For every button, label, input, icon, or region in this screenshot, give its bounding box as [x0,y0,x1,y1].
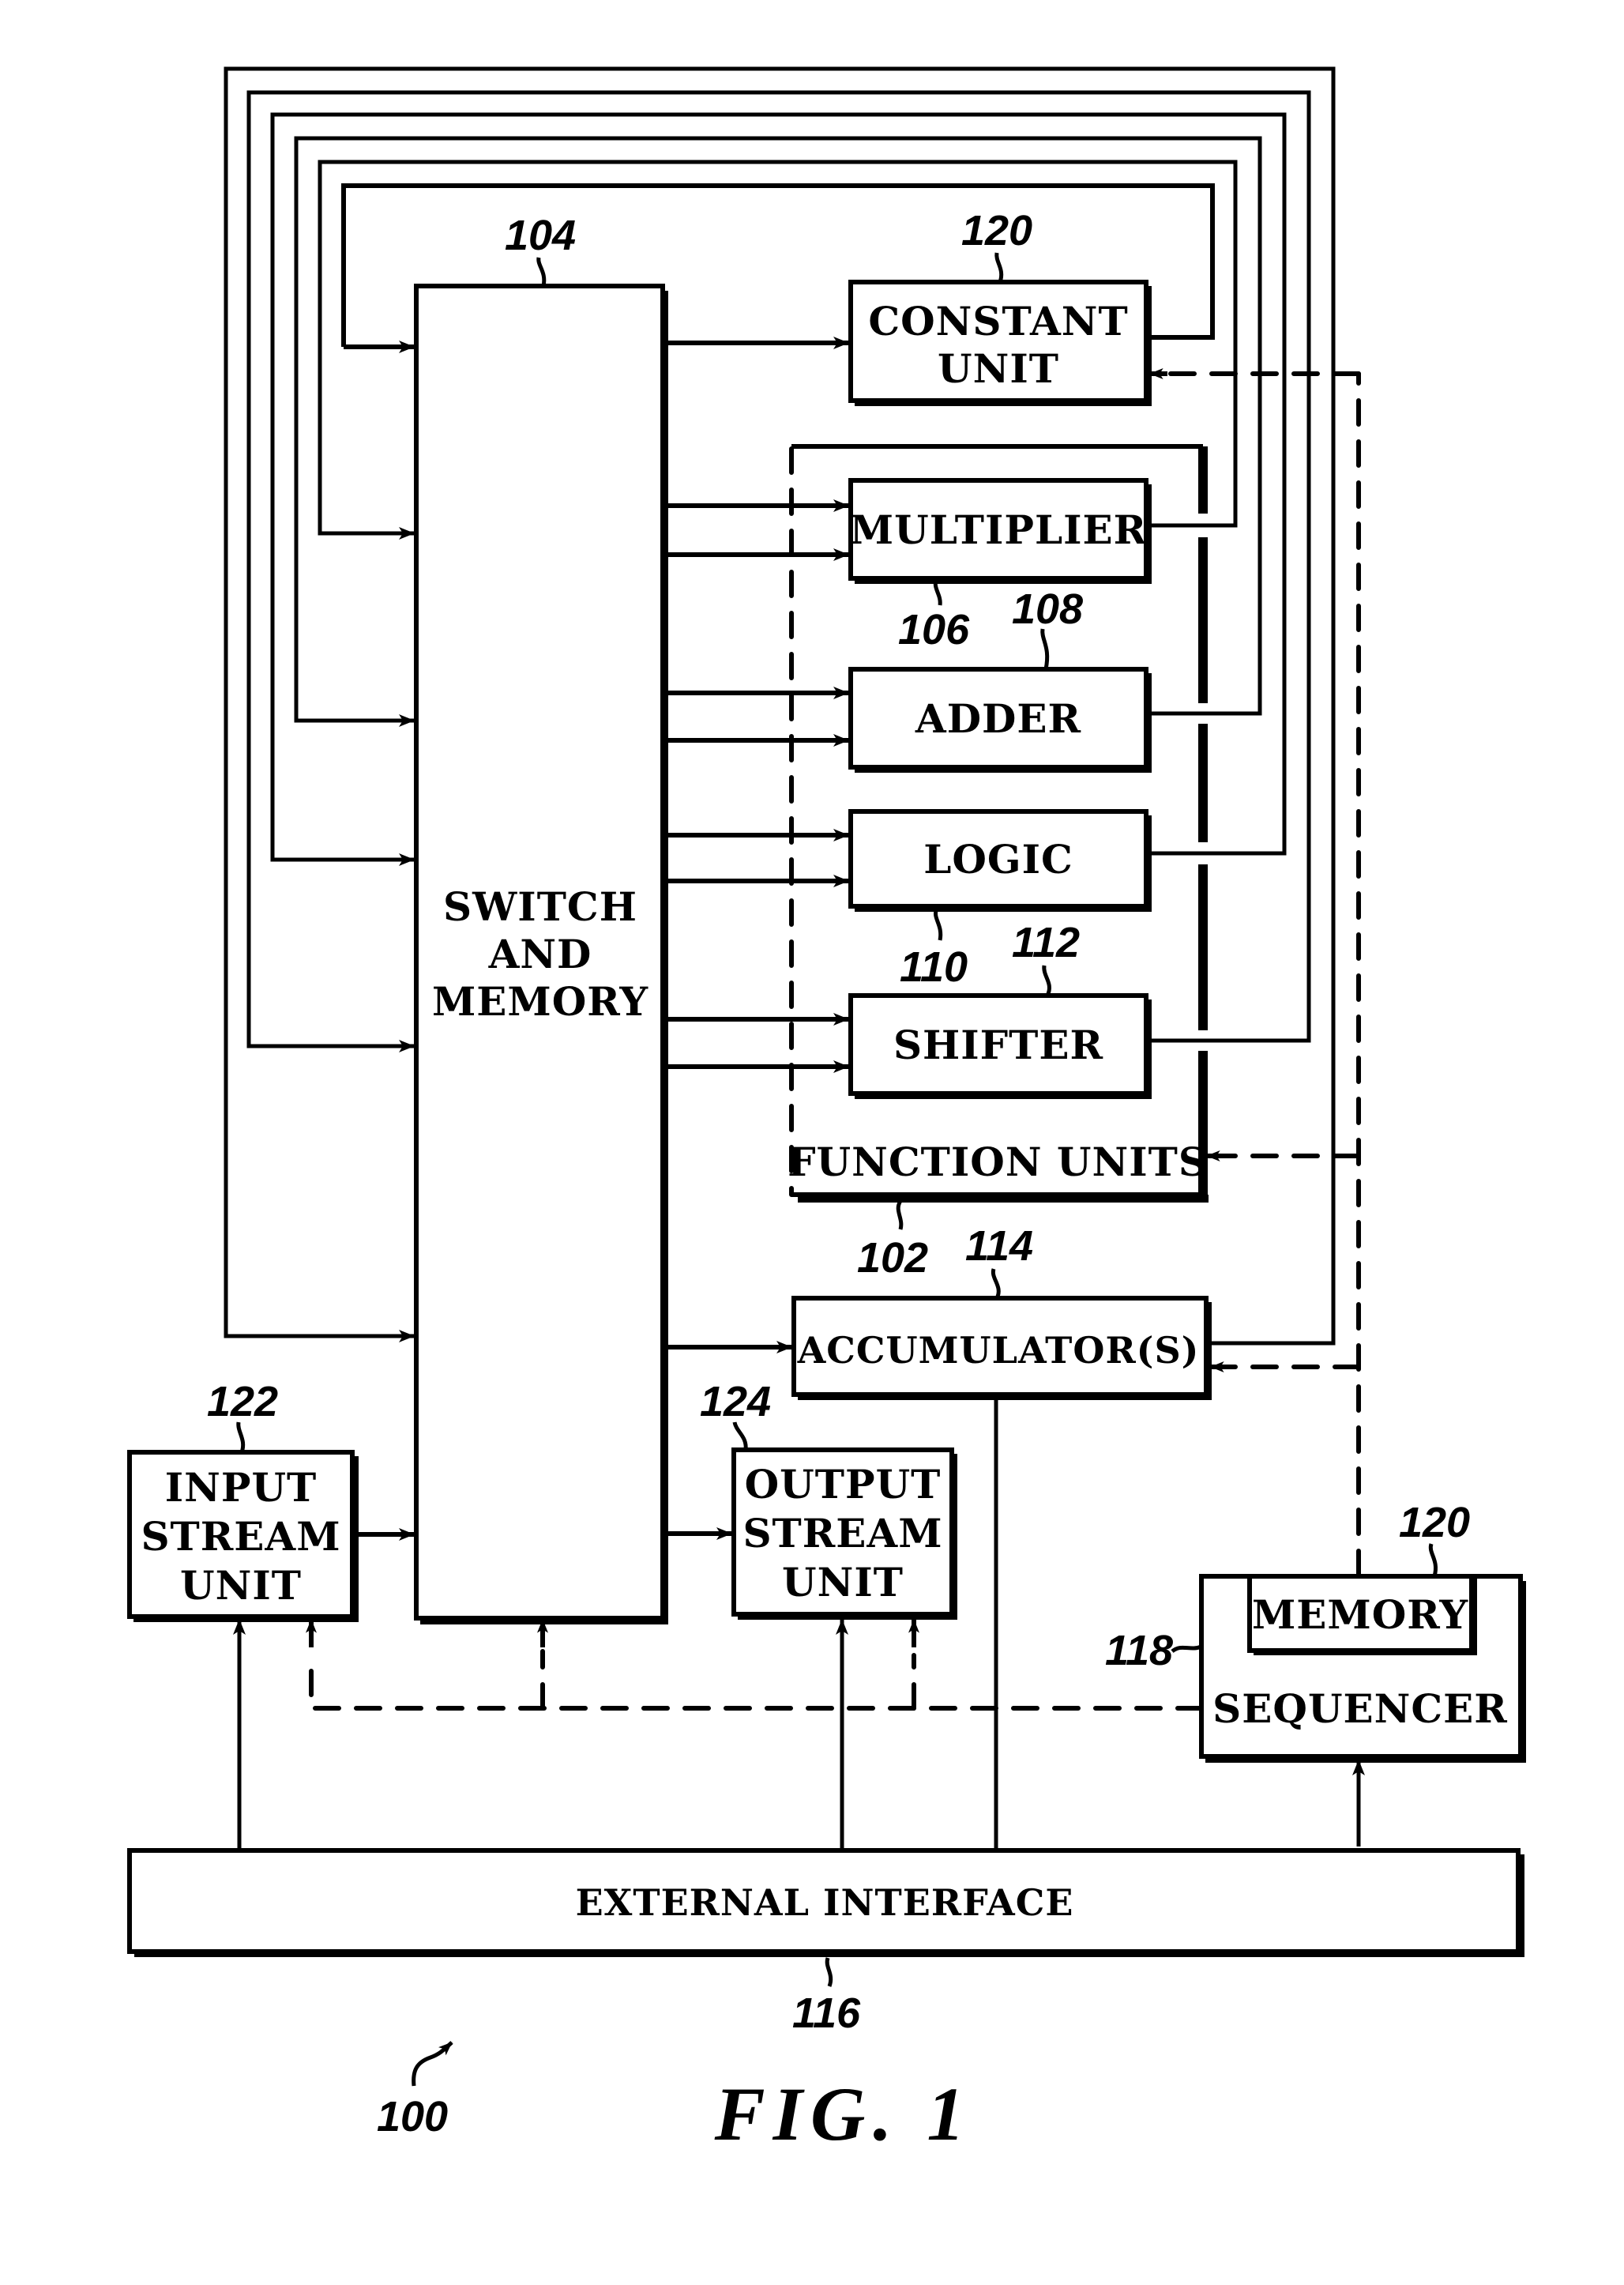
ref-110: 110 [900,943,968,991]
ctrl-bottom-bus [309,1653,1204,1711]
leader-120-memory [1428,1543,1438,1577]
leader-112 [1042,965,1051,997]
leader-110 [934,907,943,941]
leader-116 [825,1957,833,1987]
leader-108 [1040,628,1050,670]
leader-122 [236,1421,246,1453]
input-stream-line-2: STREAM [141,1513,340,1560]
logic-label: LOGIC [923,836,1073,883]
multiplier-label: MULTIPLIER [850,506,1147,553]
external-interface-label: EXTERNAL INTERFACE [576,1881,1074,1924]
ref-116: 116 [792,1989,861,2037]
switch-memory-block: SWITCH AND MEMORY [414,284,668,1624]
ref-106: 106 [898,606,970,653]
external-interface-block: EXTERNAL INTERFACE [127,1848,1524,1957]
output-stream-block: OUTPUT STREAM UNIT [731,1447,957,1620]
adder-label: ADDER [915,695,1081,742]
sequencer-label: SEQUENCER [1212,1685,1508,1732]
switch-memory-line-3: MEMORY [432,978,648,1025]
accumulator-block: ACCUMULATOR(S) [791,1296,1212,1400]
multiplier-block: MULTIPLIER [848,478,1152,584]
adder-block: ADDER [848,667,1152,773]
ref-120-memory: 120 [1399,1499,1470,1546]
ref-108: 108 [1012,585,1083,633]
leader-104 [536,257,547,287]
sequencer-memory-label: MEMORY [1252,1591,1468,1638]
function-units-label: FUNCTION UNITS [788,1139,1208,1185]
ref-100: 100 [377,2093,448,2140]
constant-unit-block: CONSTANT UNIT [848,280,1152,406]
sequencer-block: MEMORY SEQUENCER [1199,1574,1526,1763]
ref-118: 118 [1105,1627,1173,1674]
ref-122: 122 [207,1378,278,1425]
output-stream-line-3: UNIT [782,1559,904,1606]
ref-112: 112 [1012,919,1080,966]
leader-114 [991,1268,1001,1300]
constant-unit-line-2: UNIT [938,345,1059,392]
leader-124 [732,1421,748,1451]
output-stream-line-1: OUTPUT [745,1461,942,1508]
block-diagram: FUNCTION UNITS SWITCH AND MEMORY CONSTAN… [127,66,1526,2156]
leader-102 [896,1199,904,1230]
leader-118 [1171,1644,1202,1654]
leader-100 [412,2041,453,2087]
shifter-label: SHIFTER [893,1022,1103,1068]
logic-block: LOGIC [848,809,1152,912]
ref-124: 124 [700,1378,771,1425]
ref-104: 104 [505,212,576,259]
shifter-block: SHIFTER [848,993,1152,1099]
switch-memory-line-2: AND [488,931,592,977]
output-stream-line-2: STREAM [742,1510,942,1557]
input-stream-line-3: UNIT [180,1562,302,1609]
ref-120-constant: 120 [961,207,1032,254]
accumulator-label: ACCUMULATOR(S) [797,1329,1200,1372]
ref-102: 102 [857,1234,928,1282]
figure-title: FIG. 1 [714,2072,973,2156]
input-stream-block: INPUT STREAM UNIT [127,1450,359,1622]
switch-memory-line-1: SWITCH [443,883,637,930]
leader-120-constant [994,252,1004,283]
input-stream-line-1: INPUT [165,1464,318,1511]
ref-114: 114 [965,1222,1033,1270]
constant-unit-line-1: CONSTANT [868,298,1128,344]
